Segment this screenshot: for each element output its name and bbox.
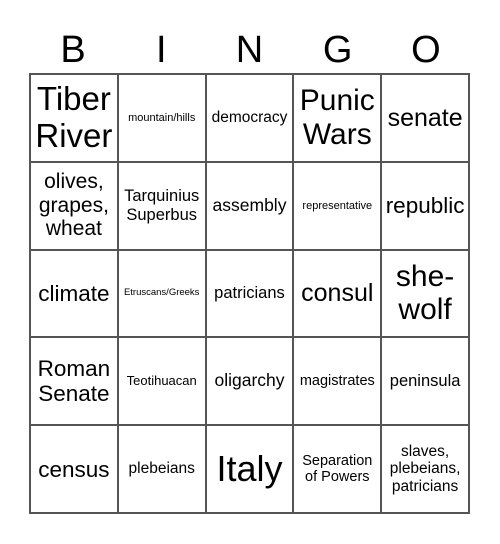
bingo-cell[interactable]: Separation of Powers [293,425,382,513]
bingo-cell[interactable]: democracy [205,74,294,162]
bingo-cell[interactable]: plebeians [117,425,206,513]
bingo-cell[interactable]: she-wolf [381,249,469,338]
bingo-cell[interactable]: representative [293,161,382,250]
bingo-grid: Tiber River mountain/hills democracy Pun… [29,73,470,514]
header-letter-i: I [156,29,167,71]
bingo-cell[interactable]: Italy [205,425,294,513]
bingo-cell[interactable]: Punic Wars [293,74,382,162]
bingo-cell[interactable]: senate [381,74,469,162]
bingo-cell[interactable]: Etruscans/Greeks [117,249,206,338]
bingo-cell[interactable]: Tiber River [30,74,118,162]
bingo-cell[interactable]: climate [30,249,118,338]
header-letter-b: B [60,29,86,71]
header-letter-n: N [235,29,264,71]
bingo-cell[interactable]: Tarquinius Superbus [117,161,206,250]
bingo-cell[interactable]: magistrates [293,337,382,426]
bingo-cell[interactable]: republic [381,161,469,250]
bingo-cell[interactable]: assembly [205,161,294,250]
bingo-cell[interactable]: mountain/hills [117,74,206,162]
header-letter-o: O [411,29,441,71]
bingo-cell[interactable]: Teotihuacan [117,337,206,426]
bingo-cell[interactable]: Roman Senate [30,337,118,426]
bingo-cell[interactable]: census [30,425,118,513]
bingo-cell[interactable]: oligarchy [205,337,294,426]
bingo-cell[interactable]: consul [293,249,382,338]
bingo-cell[interactable]: olives, grapes, wheat [30,161,118,250]
header-letter-g: G [322,29,353,71]
bingo-header: B I N G O [29,28,470,72]
bingo-cell[interactable]: slaves, plebeians, patricians [381,425,469,513]
bingo-cell[interactable]: peninsula [381,337,469,426]
bingo-cell[interactable]: patricians [205,249,294,338]
